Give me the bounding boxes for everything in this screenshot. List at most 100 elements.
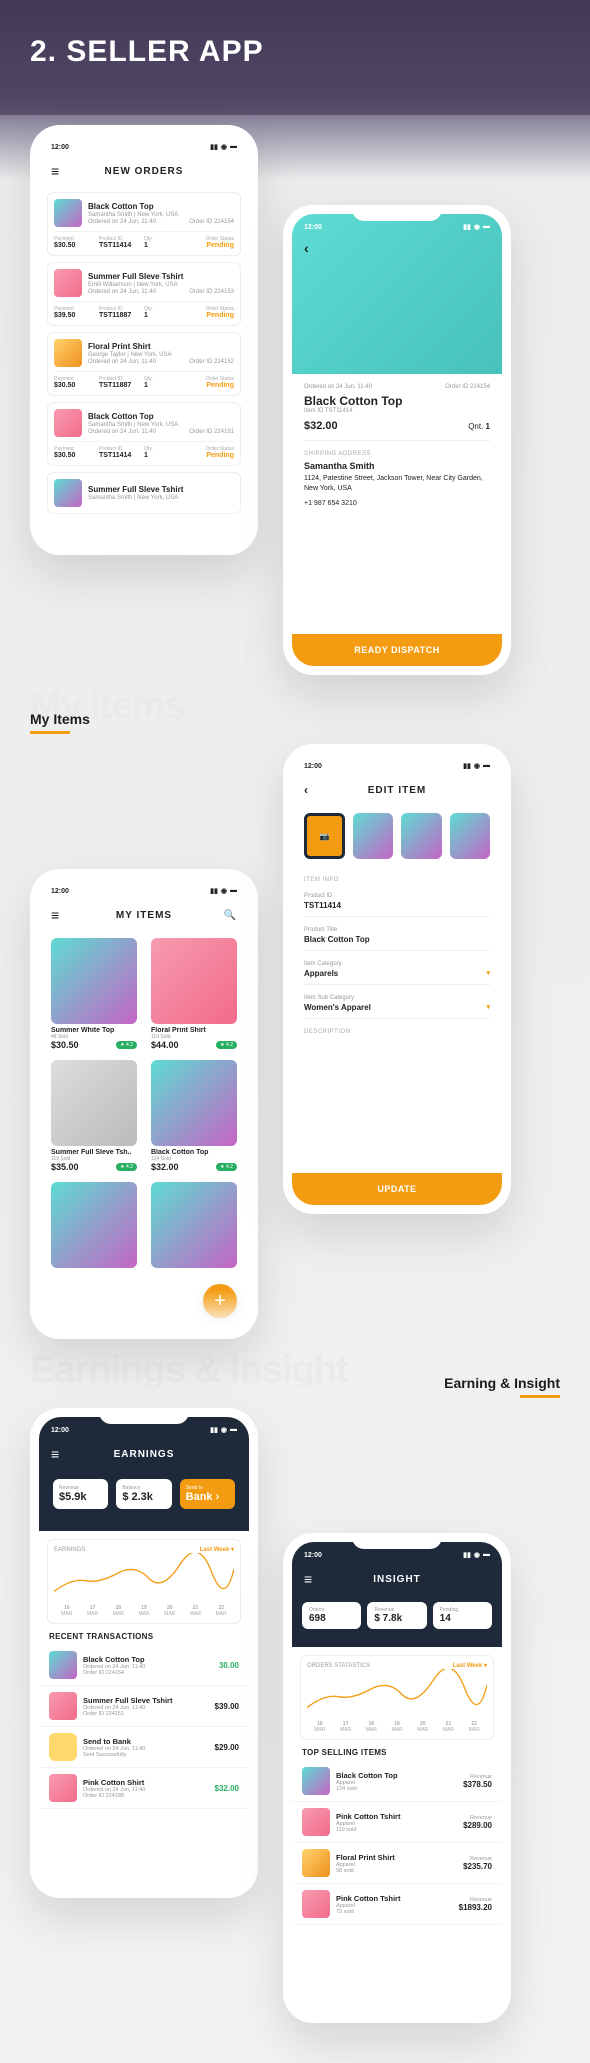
order-thumb <box>54 269 82 297</box>
orders-box: Orders 698 <box>302 1602 361 1629</box>
category-select[interactable]: Apparels▾ <box>304 969 490 985</box>
rating-badge: ★ 4.2 <box>216 1041 237 1049</box>
page-title: NEW ORDERS <box>105 166 184 177</box>
menu-icon[interactable]: ≡ <box>51 163 60 179</box>
header: ‹ EDIT ITEM <box>292 775 502 805</box>
phone-insight: 12:00 ▮▮◉▬ ≡ INSIGHT Orders 698 Revenue … <box>283 1533 511 2023</box>
order-thumb <box>54 339 82 367</box>
earnings-chart: EARNINGS Last Week ▾ 16MAR17MAR18MAR19MA… <box>47 1539 241 1624</box>
hero-banner: 2. SELLER APP <box>0 0 590 115</box>
thumb-2[interactable] <box>401 813 441 859</box>
header: ≡ NEW ORDERS <box>39 156 249 186</box>
product-card[interactable] <box>151 1182 237 1271</box>
top-selling-row[interactable]: Pink Cotton Tshirt Apparel 119 sold Reve… <box>292 1802 502 1843</box>
search-icon[interactable]: 🔍 <box>224 910 237 921</box>
period-dropdown[interactable]: Last Week ▾ <box>200 1546 234 1553</box>
top-selling-row[interactable]: Black Cotton Top Apparel 124 sold Revenu… <box>292 1761 502 1802</box>
item-thumb <box>302 1767 330 1795</box>
order-title: Summer Full Sleve Tshirt <box>88 272 234 281</box>
camera-button[interactable]: 📷 <box>304 813 345 859</box>
signal-icon: ▮▮ <box>210 143 218 151</box>
revenue-box: Revenue $ 7.8k <box>367 1602 426 1629</box>
phone-new-orders: 12:00 ▮▮◉▬ ≡ NEW ORDERS Black Cotton Top… <box>30 125 258 555</box>
revenue-box: Revenue $5.9k <box>53 1479 108 1509</box>
phone-earnings: 12:00 ▮▮◉▬ ≡ EARNINGS Revenue $5.9k Bala… <box>30 1408 258 1898</box>
thumb-3[interactable] <box>450 813 490 859</box>
product-image <box>51 1060 137 1146</box>
item-thumb <box>302 1890 330 1918</box>
top-selling-label: TOP SELLING ITEMS <box>302 1748 492 1757</box>
order-thumb <box>54 409 82 437</box>
ready-dispatch-button[interactable]: READY DISPATCH <box>292 634 502 666</box>
menu-icon[interactable]: ≡ <box>51 1446 60 1462</box>
transaction-thumb <box>49 1733 77 1761</box>
transaction-amount: 30.00 <box>219 1661 239 1670</box>
product-card[interactable]: Floral Print Shirt 119 Sold $44.00★ 4.2 <box>151 938 237 1050</box>
menu-icon[interactable]: ≡ <box>304 1571 313 1587</box>
pending-box: Pending 14 <box>433 1602 492 1629</box>
item-thumb <box>302 1849 330 1877</box>
back-icon[interactable]: ‹ <box>304 240 309 256</box>
price: $32.00 <box>304 420 338 432</box>
page-title: INSIGHT <box>373 1574 421 1585</box>
transaction-thumb <box>49 1651 77 1679</box>
page-title: MY ITEMS <box>116 910 172 921</box>
shipping-address-label: SHIPPING ADDRESS <box>304 451 490 457</box>
order-thumb <box>54 199 82 227</box>
back-icon[interactable]: ‹ <box>304 783 309 797</box>
order-card[interactable]: Black Cotton Top Samantha Smith | New Yo… <box>47 402 241 466</box>
order-title: Summer Full Sleve Tshirt <box>88 485 234 494</box>
phone: +1 987 654 3210 <box>304 500 490 507</box>
send-to-bank-button[interactable]: Send to Bank› <box>180 1479 235 1509</box>
product-card[interactable] <box>51 1182 137 1271</box>
chevron-down-icon: ▾ <box>486 969 490 978</box>
balance-box: Balance $ 2.3k <box>116 1479 171 1509</box>
order-thumb <box>54 479 82 507</box>
product-title: Black Cotton Top <box>304 394 490 408</box>
product-image <box>51 1182 137 1268</box>
page-title: EARNINGS <box>114 1449 175 1460</box>
transaction-row[interactable]: Black Cotton Top Ordered on 24 Jun, 11:4… <box>39 1645 249 1686</box>
orders-chart: ORDERS STATASTICS Last Week ▾ 16MAR17MAR… <box>300 1655 494 1740</box>
item-thumb <box>302 1808 330 1836</box>
rating-badge: ★ 4.2 <box>116 1163 137 1171</box>
wifi-icon: ◉ <box>221 143 227 151</box>
order-card[interactable]: Black Cotton Top Samantha Smith | New Yo… <box>47 192 241 256</box>
transaction-amount: $39.00 <box>215 1702 239 1711</box>
top-selling-row[interactable]: Floral Print Shirt Apparel 98 sold Reven… <box>292 1843 502 1884</box>
item-id: Item ID TST11414 <box>304 408 490 414</box>
period-dropdown[interactable]: Last Week ▾ <box>453 1662 487 1669</box>
menu-icon[interactable]: ≡ <box>51 907 60 923</box>
recent-transactions-label: RECENT TRANSACTIONS <box>49 1632 239 1641</box>
chevron-down-icon: ▾ <box>486 1003 490 1012</box>
order-card[interactable]: Summer Full Sleve Tshirt Emili Williamso… <box>47 262 241 326</box>
order-title: Floral Print Shirt <box>88 342 234 351</box>
battery-icon: ▬ <box>230 143 237 151</box>
thumb-1[interactable] <box>353 813 393 859</box>
hero-title: 2. SELLER APP <box>30 35 590 69</box>
order-date: Ordered on 24 Jun, 11:40 <box>304 384 372 390</box>
subcategory-select[interactable]: Women's Apparel▾ <box>304 1003 490 1019</box>
update-button[interactable]: UPDATE <box>292 1173 502 1205</box>
header: ≡ INSIGHT <box>292 1564 502 1594</box>
header: ≡ EARNINGS <box>39 1439 249 1469</box>
product-id-field[interactable]: TST11414 <box>304 901 490 917</box>
product-image <box>51 938 137 1024</box>
order-card[interactable]: Summer Full Sleve Tshirt Samantha Smith … <box>47 472 241 514</box>
order-title: Black Cotton Top <box>88 202 234 211</box>
product-image <box>151 1182 237 1268</box>
top-selling-row[interactable]: Pink Cotton Tshirt Apparel 79 sold Reven… <box>292 1884 502 1925</box>
product-card[interactable]: Black Cotton Top 124 Sold $32.00★ 4.2 <box>151 1060 237 1172</box>
product-card[interactable]: Summer Full Sleve Tsh.. 119 Sold $35.00★… <box>51 1060 137 1172</box>
product-title-field[interactable]: Black Cotton Top <box>304 935 490 951</box>
order-card[interactable]: Floral Print Shirt George Taylor | New Y… <box>47 332 241 396</box>
order-id: Order ID 224154 <box>445 384 490 390</box>
transaction-row[interactable]: Pink Cotton Shirt Ordered on 24 Jun, 11:… <box>39 1768 249 1809</box>
transaction-row[interactable]: Send to Bank Ordered on 24 Jun, 11:40 Se… <box>39 1727 249 1768</box>
add-item-fab[interactable]: + <box>203 1284 237 1318</box>
transaction-row[interactable]: Summer Full Sleve Tshirt Ordered on 24 J… <box>39 1686 249 1727</box>
customer-name: Samantha Smith <box>304 461 490 471</box>
product-card[interactable]: Summer White Top 48 Sold $30.50★ 4.2 <box>51 938 137 1050</box>
arrow-right-icon: › <box>216 1491 220 1503</box>
rating-badge: ★ 4.2 <box>216 1163 237 1171</box>
